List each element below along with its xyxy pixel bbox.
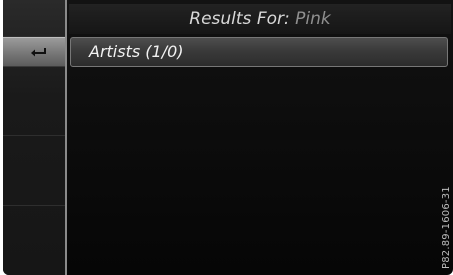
screen: Results For: Pink Artists (1/0) P82.89-1… xyxy=(3,0,453,275)
list-item-artists[interactable]: Artists (1/0) xyxy=(70,37,448,67)
back-arrow-icon xyxy=(31,48,46,57)
results-header: Results For: Pink xyxy=(69,4,451,34)
list-item-label: Artists (1/0) xyxy=(89,42,184,61)
sidebar-separator xyxy=(3,135,65,136)
results-label: Results For: xyxy=(189,9,290,29)
back-button[interactable] xyxy=(3,37,65,67)
column-divider xyxy=(65,0,67,275)
reference-code: P82.89-1606-31 xyxy=(441,186,452,269)
search-term: Pink xyxy=(295,9,331,29)
sidebar-separator xyxy=(3,205,65,206)
